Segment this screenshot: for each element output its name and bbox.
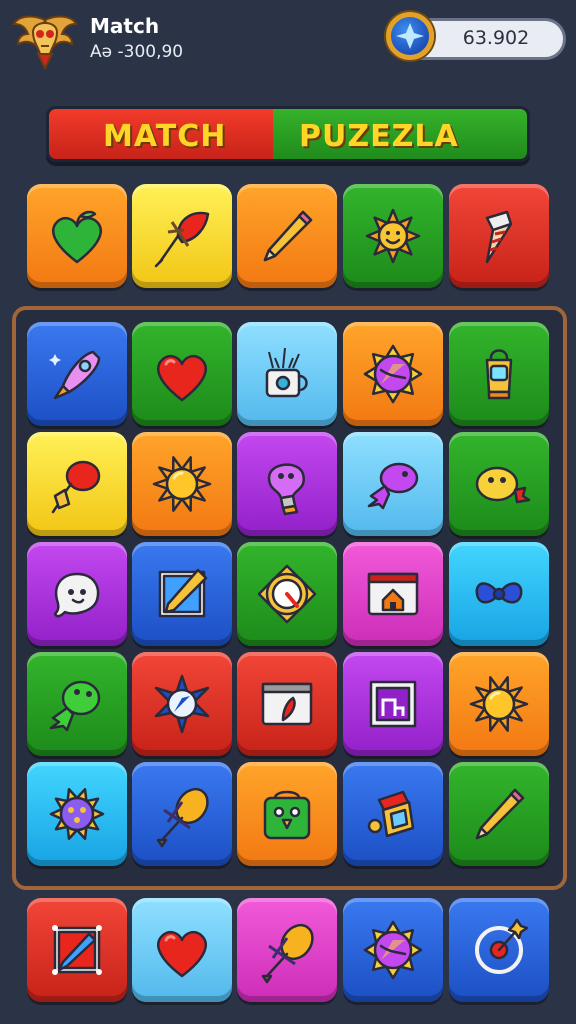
bottom-row-tile[interactable] — [449, 898, 549, 1002]
ghost-icon — [43, 560, 111, 628]
coin-value: 63.902 — [462, 27, 530, 49]
frame-chart-icon — [359, 670, 427, 738]
board-tile[interactable] — [343, 652, 443, 756]
brush-yellow-icon — [253, 916, 321, 984]
board-tile[interactable] — [449, 652, 549, 756]
brush-red-icon — [148, 202, 216, 270]
bow-blue-icon — [465, 560, 533, 628]
bottom-row-tile[interactable] — [132, 898, 232, 1002]
board-tile[interactable] — [27, 542, 127, 646]
board-tile[interactable] — [27, 322, 127, 426]
lantern-red-icon — [359, 780, 427, 848]
brush-yellow-icon — [148, 780, 216, 848]
rocket-icon — [43, 340, 111, 408]
fish-green-icon — [43, 670, 111, 738]
board-tile[interactable] — [132, 762, 232, 866]
virus-icon — [43, 780, 111, 848]
heart-red-icon — [148, 916, 216, 984]
sun-face-icon — [359, 202, 427, 270]
sun-icon — [465, 670, 533, 738]
board-tile[interactable] — [343, 762, 443, 866]
bottom-row-tile[interactable] — [343, 898, 443, 1002]
banner-word-match: MATCH — [103, 119, 227, 154]
top-row-tile[interactable] — [132, 184, 232, 288]
heart-green-icon — [43, 202, 111, 270]
window-home-icon — [359, 560, 427, 628]
board-tile[interactable] — [237, 652, 337, 756]
lantern-icon — [465, 340, 533, 408]
compass-sun-icon — [359, 340, 427, 408]
blue-gem-coin-icon — [386, 12, 434, 60]
title-banner: MATCH PUZEZLA — [46, 106, 530, 162]
sun-icon — [148, 450, 216, 518]
balloon-red-icon — [43, 450, 111, 518]
gauge-ring-icon — [465, 916, 533, 984]
frame-pencil-icon — [148, 560, 216, 628]
board-tile[interactable] — [343, 542, 443, 646]
banner-word-puzezla: PUZEZLA — [299, 119, 459, 154]
top-bar: Match Aə -300,90 63.902 — [0, 0, 576, 80]
compass-sun-icon — [359, 916, 427, 984]
board-tile[interactable] — [237, 542, 337, 646]
window-brush-icon — [253, 670, 321, 738]
pencil-icon — [253, 202, 321, 270]
board-tile[interactable] — [27, 652, 127, 756]
board-tile[interactable] — [449, 322, 549, 426]
board-tile[interactable] — [449, 542, 549, 646]
pencil-icon — [465, 780, 533, 848]
lightbulb-purple-icon — [253, 450, 321, 518]
board-tile[interactable] — [237, 322, 337, 426]
board-tile[interactable] — [132, 542, 232, 646]
board-tile[interactable] — [449, 762, 549, 866]
frame-pencil-blue-icon — [43, 916, 111, 984]
board-tile[interactable] — [237, 762, 337, 866]
compass-star-icon — [148, 670, 216, 738]
chick-yellow-icon — [465, 450, 533, 518]
app-subtitle: Aə -300,90 — [90, 42, 184, 62]
board-tile[interactable] — [343, 432, 443, 536]
board-tile[interactable] — [132, 652, 232, 756]
board-tile[interactable] — [27, 432, 127, 536]
board-tile[interactable] — [343, 322, 443, 426]
bottom-row-tile[interactable] — [237, 898, 337, 1002]
app-title: Match — [90, 14, 160, 38]
top-row-tile[interactable] — [343, 184, 443, 288]
board-tile[interactable] — [449, 432, 549, 536]
drill-icon — [465, 202, 533, 270]
board-tile[interactable] — [132, 322, 232, 426]
winged-skull-logo-icon[interactable] — [12, 10, 78, 72]
mug-icon — [253, 340, 321, 408]
top-row-tile[interactable] — [237, 184, 337, 288]
board-tile[interactable] — [237, 432, 337, 536]
gauge-icon — [253, 560, 321, 628]
board-tile[interactable] — [132, 432, 232, 536]
bag-face-icon — [253, 780, 321, 848]
top-row-tile[interactable] — [449, 184, 549, 288]
heart-red-icon — [148, 340, 216, 408]
top-row-tile[interactable] — [27, 184, 127, 288]
board-tile[interactable] — [27, 762, 127, 866]
fish-purple-icon — [359, 450, 427, 518]
bottom-row-tile[interactable] — [27, 898, 127, 1002]
